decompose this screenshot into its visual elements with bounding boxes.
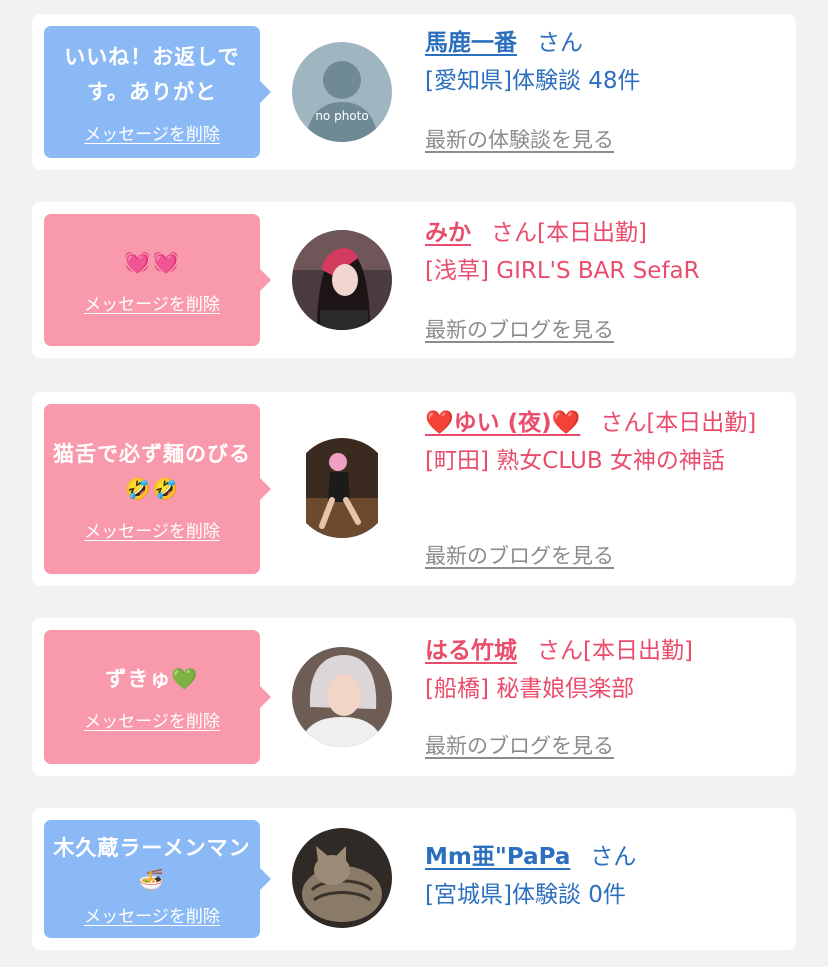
latest-blog-link[interactable]: 最新のブログを見る	[425, 314, 614, 344]
user-name-link[interactable]: 馬鹿一番	[425, 30, 517, 56]
delete-message-link[interactable]: メッセージを削除	[84, 120, 220, 145]
shop-text: [浅草] GIRL'S BAR SefaR	[425, 258, 700, 284]
user-info: みか さん[本日出勤] [浅草] GIRL'S BAR SefaR	[425, 214, 785, 290]
honorific-text: さん	[537, 30, 583, 56]
message-text: ずきゅ💚	[105, 667, 199, 691]
list-item: 猫舌で必ず麺のびる🤣🤣 メッセージを削除 ❤️ゆい (夜)❤️ さん[本日出勤] …	[32, 392, 796, 586]
shop-text: [船橋] 秘書娘倶楽部	[425, 676, 635, 702]
list-item: 木久蔵ラーメンマン🍜 メッセージを削除 Mm亜"PaPa さん [宮城県]体験談 …	[32, 808, 796, 950]
latest-blog-link[interactable]: 最新のブログを見る	[425, 730, 614, 760]
message-text: いいね！お返しです。ありがと	[64, 44, 240, 104]
delete-message-link[interactable]: メッセージを削除	[84, 902, 220, 927]
avatar[interactable]	[292, 230, 392, 330]
message-bubble: 木久蔵ラーメンマン🍜 メッセージを削除	[44, 820, 271, 938]
message-bubble: いいね！お返しです。ありがと メッセージを削除	[44, 26, 271, 158]
message-text: 猫舌で必ず麺のびる🤣🤣	[53, 441, 251, 501]
avatar[interactable]	[292, 828, 392, 928]
user-info: 馬鹿一番 さん [愛知県]体験談 48件	[425, 24, 785, 100]
avatar[interactable]: no photo	[292, 42, 392, 142]
list-item: 💓💓 メッセージを削除 みか さん[本日出勤] [浅草] GIRL'S BAR S…	[32, 202, 796, 358]
user-info: はる竹城 さん[本日出勤] [船橋] 秘書娘倶楽部	[425, 632, 785, 708]
delete-message-link[interactable]: メッセージを削除	[84, 290, 220, 315]
shop-text: [町田] 熟女CLUB 女神の神話	[425, 448, 725, 474]
profile-photo-icon	[292, 647, 392, 747]
shift-status-text: さん[本日出勤]	[600, 410, 757, 436]
latest-blog-link[interactable]: 最新のブログを見る	[425, 540, 614, 570]
user-info: Mm亜"PaPa さん [宮城県]体験談 0件	[425, 838, 785, 914]
message-text: 木久蔵ラーメンマン🍜	[53, 835, 251, 892]
message-bubble: ずきゅ💚 メッセージを削除	[44, 630, 271, 764]
user-name-link[interactable]: はる竹城	[425, 638, 517, 664]
no-photo-avatar-icon: no photo	[292, 42, 392, 142]
message-bubble: 💓💓 メッセージを削除	[44, 214, 271, 346]
area-text: [愛知県]体験談 48件	[425, 68, 641, 94]
message-text: 💓💓	[123, 250, 181, 275]
message-list: いいね！お返しです。ありがと メッセージを削除 no photo 馬鹿一番 さん …	[0, 0, 828, 967]
list-item: いいね！お返しです。ありがと メッセージを削除 no photo 馬鹿一番 さん …	[32, 14, 796, 170]
avatar-caption: no photo	[315, 109, 368, 123]
latest-post-link[interactable]: 最新の体験談を見る	[425, 124, 614, 154]
profile-photo-icon	[292, 230, 392, 330]
message-bubble: 猫舌で必ず麺のびる🤣🤣 メッセージを削除	[44, 404, 271, 574]
list-item: ずきゅ💚 メッセージを削除 はる竹城 さん[本日出勤] [船橋] 秘書娘倶楽部 最…	[32, 618, 796, 776]
cat-photo-icon	[292, 828, 392, 928]
avatar[interactable]	[292, 438, 392, 538]
delete-message-link[interactable]: メッセージを削除	[84, 517, 220, 542]
user-info: ❤️ゆい (夜)❤️ さん[本日出勤] [町田] 熟女CLUB 女神の神話	[425, 404, 785, 480]
area-text: [宮城県]体験談 0件	[425, 882, 626, 908]
user-name-link[interactable]: ❤️ゆい (夜)❤️	[425, 410, 580, 436]
profile-photo-icon	[292, 438, 392, 538]
avatar[interactable]	[292, 647, 392, 747]
honorific-text: さん	[590, 844, 637, 870]
shift-status-text: さん[本日出勤]	[537, 638, 693, 664]
delete-message-link[interactable]: メッセージを削除	[84, 707, 220, 732]
shift-status-text: さん[本日出勤]	[491, 220, 647, 246]
user-name-link[interactable]: Mm亜"PaPa	[425, 844, 570, 870]
user-name-link[interactable]: みか	[425, 220, 471, 246]
